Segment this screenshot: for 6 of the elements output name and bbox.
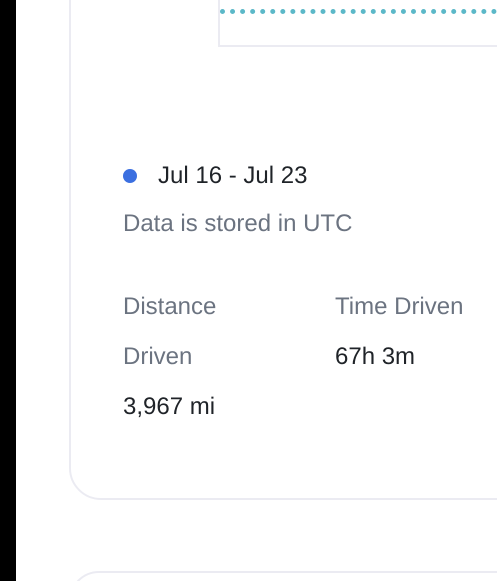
date-range: Jul 16 - Jul 23: [158, 161, 308, 191]
stat-label: Time Driven: [335, 292, 464, 322]
stat-value: 3,967 mi: [123, 392, 216, 422]
stat-value: 67h 3m: [335, 342, 416, 372]
stat-label: Distance Driven: [123, 292, 218, 372]
timezone-note: Data is stored in UTC: [122, 209, 352, 239]
